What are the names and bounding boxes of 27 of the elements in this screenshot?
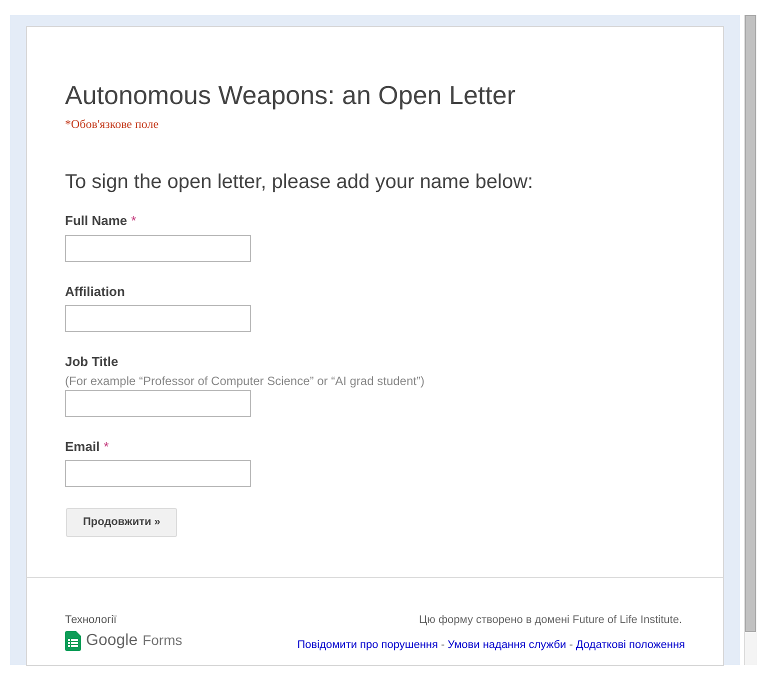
field-label: Full Name — [65, 212, 128, 230]
logo-product-text: Forms — [142, 631, 182, 650]
help-text: (For example “Professor of Computer Science” or “AI grad student”) — [65, 372, 424, 390]
link-separator: - — [440, 638, 445, 652]
input-field[interactable] — [65, 305, 251, 332]
form-title: Autonomous Weapons: an Open Letter — [65, 79, 516, 111]
input-field[interactable] — [65, 234, 251, 262]
forms-logo-icon — [65, 630, 81, 650]
required-note: *Обов'язкове поле — [65, 116, 159, 133]
footer-link[interactable]: Умови надання служби — [448, 636, 566, 653]
section-title: To sign the open letter, please add your name below: — [65, 170, 534, 195]
field-label: Job Title — [65, 353, 118, 371]
powered-by-text: Технології — [65, 613, 118, 628]
continue-button[interactable]: Продовжити » — [66, 508, 178, 537]
footer-link[interactable]: Додаткові положення — [576, 636, 685, 653]
footer-link[interactable]: Повідомити про порушення — [297, 636, 438, 653]
field-label: Affiliation — [65, 282, 125, 300]
link-separator: - — [569, 638, 573, 652]
required-mark: * — [104, 438, 109, 456]
input-field[interactable] — [65, 390, 251, 416]
logo-text: Google — [86, 630, 138, 650]
scrollbar-thumb[interactable] — [745, 15, 756, 632]
field-label: Email — [65, 438, 100, 456]
required-mark: * — [131, 212, 136, 230]
scrollbar[interactable] — [744, 15, 757, 665]
domain-note: Цю форму створено в домені Future of Life Institute. — [419, 613, 682, 628]
input-field[interactable] — [65, 460, 251, 487]
